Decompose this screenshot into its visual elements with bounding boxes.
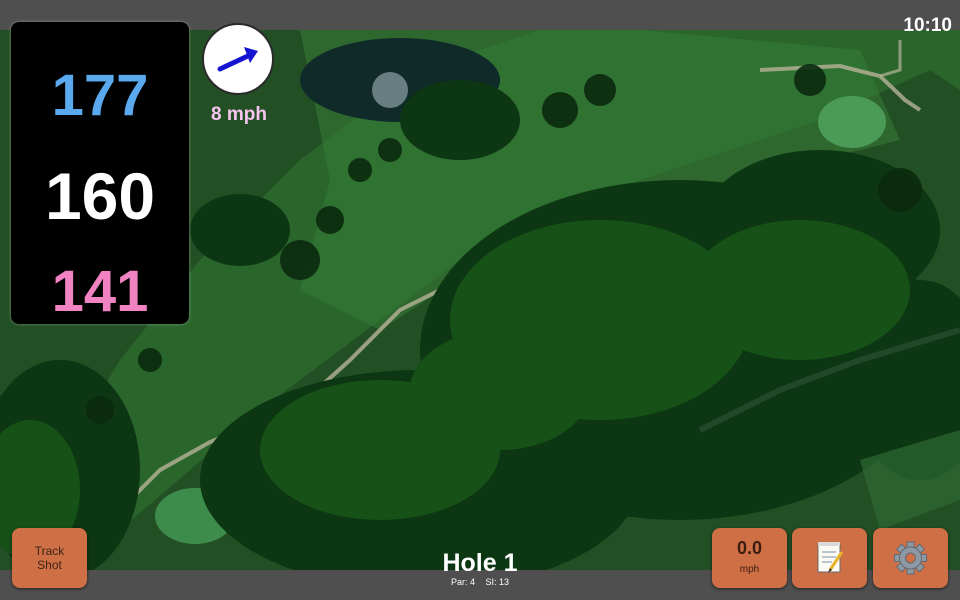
track-shot-label: Track Shot xyxy=(34,544,65,572)
gear-icon xyxy=(894,541,927,575)
hole-par: Par: 4 xyxy=(450,577,475,587)
distance-panel: 177 160 141 xyxy=(11,22,189,324)
settings-button[interactable] xyxy=(873,528,948,588)
distance-back: 177 xyxy=(51,63,149,128)
wind-direction-dial xyxy=(202,23,274,95)
track-shot-button[interactable]: Track Shot xyxy=(12,528,87,588)
notes-button[interactable] xyxy=(792,528,867,588)
distance-middle: 160 xyxy=(44,159,156,233)
speed-value: 0.0 xyxy=(736,538,763,558)
distance-front: 141 xyxy=(51,259,149,324)
clock: 10:10 xyxy=(903,15,952,36)
notepad-icon xyxy=(817,542,844,573)
hole-title: Hole 1 xyxy=(442,549,518,577)
hole-meta: Par: 4 SI: 13 xyxy=(380,577,580,587)
wind-speed-label: 8 mph xyxy=(211,104,267,125)
wind-arrow-icon xyxy=(217,47,258,72)
speed-button[interactable]: 0.0 mph xyxy=(712,528,787,588)
speed-unit: mph xyxy=(739,564,760,575)
hole-stroke-index: SI: 13 xyxy=(485,577,510,587)
